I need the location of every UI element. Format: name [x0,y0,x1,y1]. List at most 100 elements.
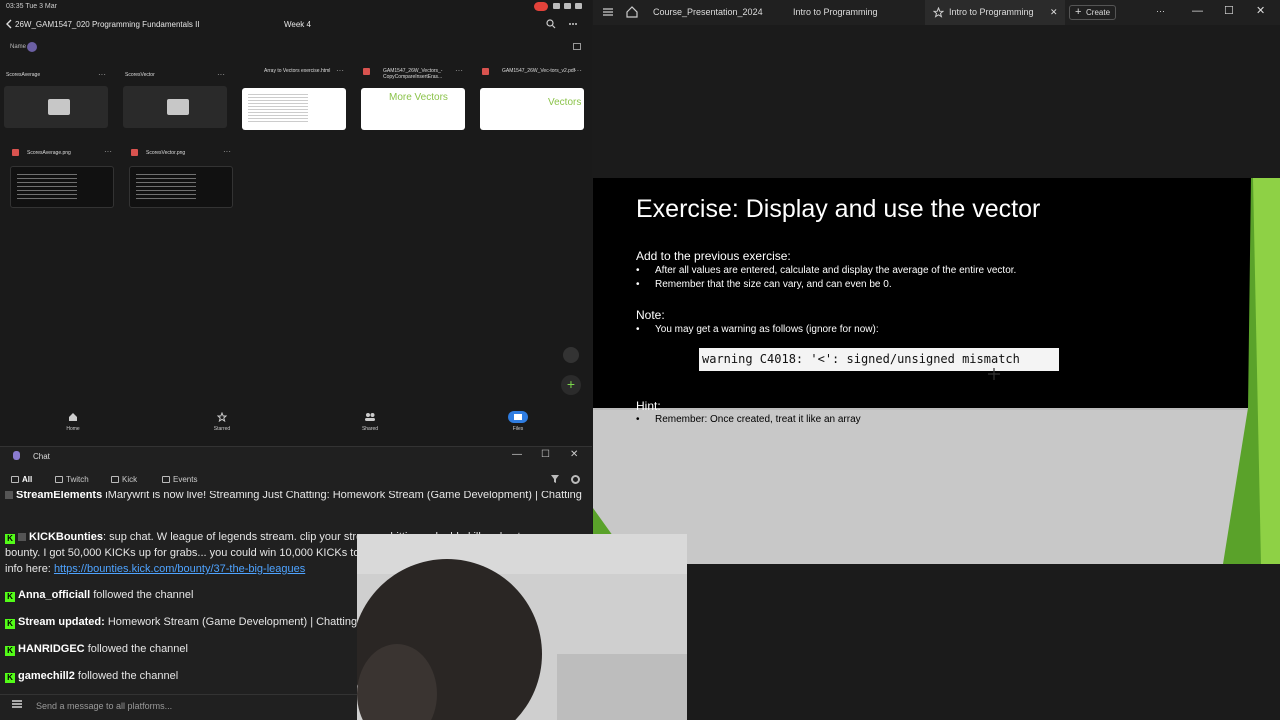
image-thumbnail [129,166,233,208]
chat-link[interactable]: https://bounties.kick.com/bounty/37-the-… [54,563,305,575]
more-options-icon[interactable]: ··· [98,71,106,79]
image-thumbnail [10,166,114,208]
code-snippet: warning C4018: '<': signed/unsigned mism… [699,348,1059,371]
tab-all[interactable]: All [11,475,32,484]
sort-label[interactable]: Name [10,44,26,50]
file-tile[interactable]: ScoresAverage.png ··· [6,148,114,213]
file-tile[interactable]: ScoresVector.png ··· [125,148,233,213]
close-tab-icon[interactable]: ✕ [1050,0,1058,25]
more-options-icon[interactable]: ··· [104,148,112,156]
tab-kick[interactable]: Kick [111,475,137,484]
people-icon [363,411,377,423]
slide-bullet: • You may get a warning as follows (ignor… [636,324,879,335]
sort-arrow-icon[interactable] [27,42,37,52]
chat-username[interactable]: Anna_officiall [18,589,90,601]
grid-view-icon[interactable] [573,43,581,50]
slide-title: Exercise: Display and use the vector [636,195,1041,223]
file-name: ScoresVector [125,72,155,78]
crosshair-cursor-icon [988,368,1000,380]
home-icon[interactable] [626,6,638,18]
chat-text: followed the channel [77,670,179,682]
nav-starred-label: Starred [213,426,231,432]
bullet-text: Remember: Once created, treat it like an… [655,414,861,425]
menu-icon[interactable] [12,700,22,708]
close-icon[interactable]: ✕ [1256,0,1265,23]
pdf-icon [363,68,370,75]
create-button[interactable]: Create [1069,5,1116,20]
pdf-icon [482,68,489,75]
filter-icon[interactable] [551,475,559,483]
note-heading: Note: [636,308,665,322]
slide-bullet: • Remember that the size can vary, and ca… [636,279,892,290]
chat-titlebar: Chat — ☐ ✕ [0,447,592,465]
tab-intro-programming[interactable]: Intro to Programming [793,0,923,25]
maximize-icon[interactable]: ☐ [541,449,550,460]
minimize-icon[interactable]: — [512,449,522,460]
status-icons [553,3,589,10]
folder-icon [167,99,189,115]
tab-course-presentation[interactable]: Course_Presentation_2024 [653,0,793,25]
chat-text: iMarywrit is now live! Streaming Just Ch… [105,491,582,501]
chat-text: followed the channel [87,643,188,655]
more-horizontal-icon[interactable]: ··· [1156,0,1165,22]
breadcrumb[interactable]: 26W_GAM1547_020 Programming Fundamentals… [15,20,200,29]
all-icon [11,476,19,483]
file-tile[interactable]: ScoresVector ··· [119,71,227,132]
slide-intro: Add to the previous exercise: [636,249,791,263]
kick-badge-icon: K [5,646,15,656]
tab-twitch[interactable]: Twitch [55,475,89,484]
more-options-icon[interactable]: ··· [574,67,582,75]
more-options-icon[interactable]: ··· [217,71,225,79]
search-icon[interactable] [546,19,556,29]
wifi-icon [553,3,560,9]
home-icon [66,411,80,423]
chat-username[interactable]: gamechill2 [18,670,75,682]
gear-icon[interactable] [571,475,580,484]
webcam-person-image [357,534,687,720]
tab-intro-programming-active[interactable]: Intro to Programming ✕ [925,0,1065,25]
file-tile[interactable]: ScoresAverage ··· [0,71,108,132]
minimize-icon[interactable]: — [1192,0,1203,23]
maximize-icon[interactable]: ☐ [1224,0,1234,23]
tab-label: Intro to Programming [949,7,1034,17]
thumbnail-lines [248,92,308,122]
close-icon[interactable]: ✕ [570,449,578,460]
nav-home-label: Home [66,426,80,432]
file-name: GAM1547_26W_Vectors_-CopyCompareInsertEr… [383,68,443,80]
more-options-icon[interactable]: ··· [336,67,344,75]
slide-bullet: • Remember: Once created, treat it like a… [636,414,861,425]
tab-twitch-label: Twitch [66,475,89,484]
files-header: 26W_GAM1547_020 Programming Fundamentals… [0,16,592,34]
tab-all-label: All [22,475,33,484]
chat-app-icon [13,451,20,460]
nav-files[interactable]: Files [498,411,538,432]
back-chevron-icon[interactable] [5,18,15,30]
chat-username[interactable]: StreamElements [16,491,102,501]
more-vertical-icon[interactable] [568,19,578,29]
webcam-overlay [357,534,687,720]
hamburger-icon[interactable] [603,7,613,17]
nav-files-label: Files [512,426,524,432]
nav-home[interactable]: Home [53,411,93,432]
html-thumbnail [242,88,346,130]
bullet-text: After all values are entered, calculate … [655,265,1017,276]
chat-username[interactable]: KICKBounties [29,531,103,543]
tab-events-label: Events [173,475,198,484]
file-tile[interactable]: GAM1547_26W_Vectors_-CopyCompareInsertEr… [357,67,465,132]
badge-icon [5,491,13,499]
chat-input[interactable]: Send a message to all platforms... [36,701,172,711]
kick-badge-icon: K [5,673,15,683]
nav-shared[interactable]: Shared [350,411,390,432]
nav-starred[interactable]: Starred [202,411,242,432]
add-icon[interactable]: + [561,375,581,395]
more-options-icon[interactable]: ··· [455,67,463,75]
chat-username[interactable]: HANRIDGEC [18,643,85,655]
file-tile[interactable]: GAM1547_26W_Vec-tors_v2.pdf ··· Vectors [476,67,584,132]
scan-icon[interactable] [563,347,579,363]
file-tile[interactable]: Array to Vectors exercise.html ··· [238,67,346,132]
kick-badge-icon: K [5,619,15,629]
folder-icon [48,99,70,115]
star-icon [933,7,944,18]
more-options-icon[interactable]: ··· [223,148,231,156]
tab-events[interactable]: Events [162,475,197,484]
